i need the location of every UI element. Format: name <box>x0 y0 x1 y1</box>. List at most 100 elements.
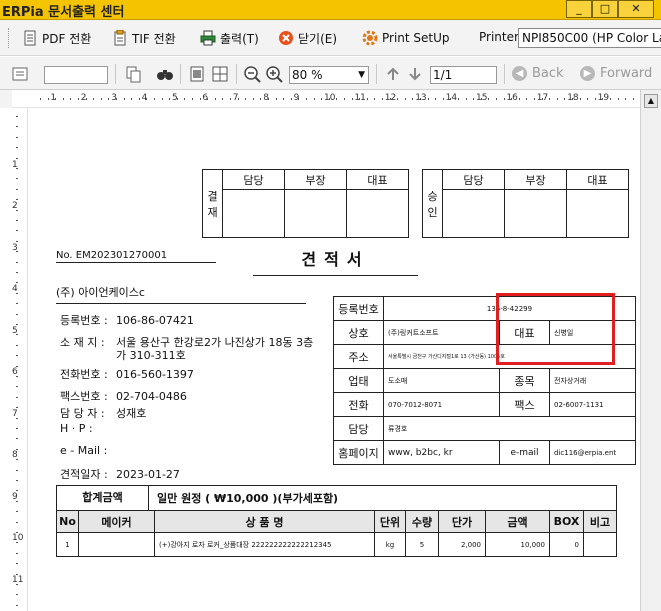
ruler-dot <box>237 98 239 100</box>
supplier-address-label: 주소 <box>333 344 384 369</box>
ruler-dot <box>16 147 18 149</box>
ruler-dot <box>549 98 551 100</box>
close-button[interactable]: 닫기(E) <box>278 28 337 48</box>
pdf-convert-label: PDF 전환 <box>42 31 92 46</box>
ruler-dot <box>427 98 429 100</box>
close-window-button[interactable]: ✕ <box>618 0 654 18</box>
supplier-reg-label: 등록번호 <box>333 296 384 321</box>
ruler-dot <box>230 98 231 100</box>
recipient-row-label: 팩스번호 : <box>60 390 108 403</box>
recipient-row-value: 02-704-0486 <box>116 390 187 403</box>
recipient-row: 전화번호 : 016-560-1397 <box>60 366 194 382</box>
ruler-dot <box>16 292 18 294</box>
vertical-scrollbar[interactable]: ▲ <box>640 90 661 611</box>
print-setup-label: Print SetUp <box>382 31 450 45</box>
print-setup-button[interactable]: Print SetUp <box>362 28 450 48</box>
supplier-email-value: dic116@erpia.ent <box>549 440 636 465</box>
ruler-dot <box>16 126 18 128</box>
printer-icon <box>200 30 216 46</box>
supplier-manager-value: 류경호 <box>383 416 636 441</box>
recipient-name: (주) 아이언케이스c <box>56 284 306 304</box>
previous-page-icon[interactable] <box>384 65 402 83</box>
recipient-row-label: e - Mail : <box>60 444 108 457</box>
pdf-convert-button[interactable]: PDF 전환 <box>22 28 91 48</box>
ruler-dot <box>534 98 535 100</box>
ruler-dot <box>16 500 18 502</box>
title-bar: ERPia 문서출력 센터 _ □ ✕ <box>0 0 661 20</box>
item-qty: 5 <box>405 532 439 557</box>
horizontal-ruler: 12345678910111213141516171819 <box>12 90 640 108</box>
ruler-dot <box>16 417 18 419</box>
approval-col-director: 부장 <box>284 169 347 190</box>
ruler-dot <box>16 303 18 305</box>
ruler-dot <box>100 98 102 100</box>
ruler-dot <box>16 220 18 221</box>
item-box: 0 <box>549 532 584 557</box>
approval-col-ceo: 대표 <box>346 169 409 190</box>
back-label: Back <box>532 66 564 81</box>
ruler-dot <box>192 98 193 100</box>
single-page-icon[interactable] <box>188 65 206 83</box>
forward-button[interactable]: ▶ Forward <box>580 66 652 81</box>
recipient-row-label: 등록번호 : <box>60 314 108 327</box>
total-amount-bar: 합계금액 일만 원정 ( ₩10,000 )(부가세포함) <box>56 485 617 511</box>
find-input[interactable] <box>44 66 108 84</box>
ruler-dot <box>336 98 338 100</box>
ruler-dot <box>16 552 18 554</box>
document-number: No. EM202301270001 <box>56 250 216 263</box>
supplier-email-label: e-mail <box>499 440 550 465</box>
maximize-button[interactable]: □ <box>592 0 618 18</box>
ruler-dot <box>503 98 505 100</box>
highlight-box <box>496 293 615 365</box>
binoculars-icon[interactable] <box>156 65 174 83</box>
multi-page-icon[interactable] <box>211 65 229 83</box>
table-row: 1 (+)강아지 로자 로커_상품대장 222222222222212345 k… <box>56 532 617 557</box>
ruler-dot <box>16 521 18 523</box>
recipient-row-label: 전화번호 : <box>60 368 108 381</box>
item-unit: kg <box>374 532 406 557</box>
ruler-dot <box>16 396 18 398</box>
recipient-row: 견적일자 : 2023-01-27 <box>60 466 180 482</box>
item-note <box>583 532 617 557</box>
ruler-dot <box>374 98 376 100</box>
ruler-dot <box>146 98 148 100</box>
zoom-out-icon[interactable] <box>243 65 261 83</box>
ruler-dot <box>16 594 18 596</box>
zoom-in-icon[interactable] <box>265 65 283 83</box>
item-maker <box>78 532 155 557</box>
ruler-dot <box>382 98 383 100</box>
main-toolbar: PDF 전환 TIF 전환 출력(T) 닫기(E) Print SetUp Pr… <box>0 20 661 56</box>
items-header-product: 상 품 명 <box>154 510 375 533</box>
ruler-dot <box>306 98 307 100</box>
ruler-dot <box>328 98 330 100</box>
minimize-button[interactable]: _ <box>566 0 592 18</box>
items-header-maker: 메이커 <box>78 510 155 533</box>
ruler-dot <box>16 428 18 429</box>
printer-select[interactable]: NPI850C00 (HP Color La <box>518 28 661 48</box>
approval-box-left: 결재 담당 부장 대표 <box>202 169 409 238</box>
ruler-dot <box>16 459 18 461</box>
ruler-dot <box>473 98 475 100</box>
approval-side-label: 승인 <box>422 169 443 238</box>
ruler-dot <box>351 98 353 100</box>
zoom-value: 80 % <box>292 68 323 82</box>
ruler-dot <box>488 98 490 100</box>
table-of-contents-icon[interactable] <box>11 65 29 83</box>
zoom-select[interactable]: 80 % ▼ <box>289 66 369 84</box>
forward-arrow-icon: ▶ <box>580 66 595 81</box>
ruler-dot <box>366 98 368 100</box>
total-amount-label: 합계금액 <box>57 486 149 510</box>
next-page-icon[interactable] <box>406 65 424 83</box>
page-number-input[interactable]: 1/1 <box>430 66 497 84</box>
scroll-up-arrow-icon[interactable]: ▲ <box>644 94 658 108</box>
tif-convert-button[interactable]: TIF 전환 <box>112 28 176 48</box>
back-button[interactable]: ◀ Back <box>512 66 564 81</box>
ruler-corner <box>0 90 12 108</box>
copy-icon[interactable] <box>124 65 142 83</box>
ruler-dot <box>131 98 133 100</box>
ruler-dot <box>16 116 18 117</box>
supplier-tel-value: 070-7012-8071 <box>383 392 500 417</box>
items-header-qty: 수량 <box>405 510 439 533</box>
supplier-fax-value: 02-6007-1131 <box>549 392 636 417</box>
print-button[interactable]: 출력(T) <box>200 28 259 48</box>
